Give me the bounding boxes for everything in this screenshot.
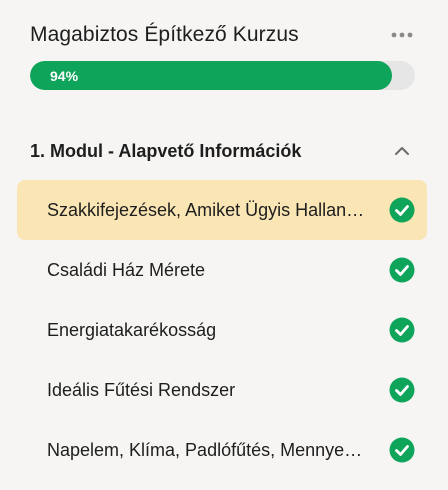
lesson-item[interactable]: Ideális Fűtési Rendszer xyxy=(17,360,427,420)
module-toggle[interactable]: 1. Modul - Alapvető Információk xyxy=(30,136,416,166)
more-options-button[interactable] xyxy=(390,25,414,45)
progress-fill: 94% xyxy=(30,61,392,90)
lesson-label: Szakkifejezések, Amiket Ügyis Hallani Fo… xyxy=(47,199,367,220)
lesson-item[interactable]: Szakkifejezések, Amiket Ügyis Hallani Fo… xyxy=(17,180,427,240)
lesson-label: Energiatakarékosság xyxy=(47,319,217,340)
check-circle-icon xyxy=(389,257,415,283)
check-circle-icon xyxy=(389,317,415,343)
check-circle-icon xyxy=(389,437,415,463)
course-header: Magabiztos Építkező Kurzus xyxy=(30,20,420,50)
chevron-up-icon xyxy=(392,141,412,161)
lesson-list: Szakkifejezések, Amiket Ügyis Hallani Fo… xyxy=(17,180,427,480)
progress-label: 94% xyxy=(50,67,79,84)
check-circle-icon xyxy=(389,197,415,223)
course-sidebar: Magabiztos Építkező Kurzus 94% 1. Modul … xyxy=(0,0,448,490)
lesson-label: Napelem, Klíma, Padlófűtés, Mennyezethűt… xyxy=(47,439,367,460)
course-progress-bar: 94% xyxy=(30,61,415,90)
more-horizontal-icon xyxy=(391,32,413,38)
lesson-item[interactable]: Családi Ház Mérete xyxy=(17,240,427,300)
lesson-label: Ideális Fűtési Rendszer xyxy=(47,379,236,400)
check-circle-icon xyxy=(389,377,415,403)
lesson-label: Családi Ház Mérete xyxy=(47,259,206,280)
lesson-item[interactable]: Napelem, Klíma, Padlófűtés, Mennyezethűt… xyxy=(17,420,427,480)
module-title: 1. Modul - Alapvető Információk xyxy=(30,140,302,161)
course-title: Magabiztos Építkező Kurzus xyxy=(30,23,299,46)
lesson-item[interactable]: Energiatakarékosság xyxy=(17,300,427,360)
